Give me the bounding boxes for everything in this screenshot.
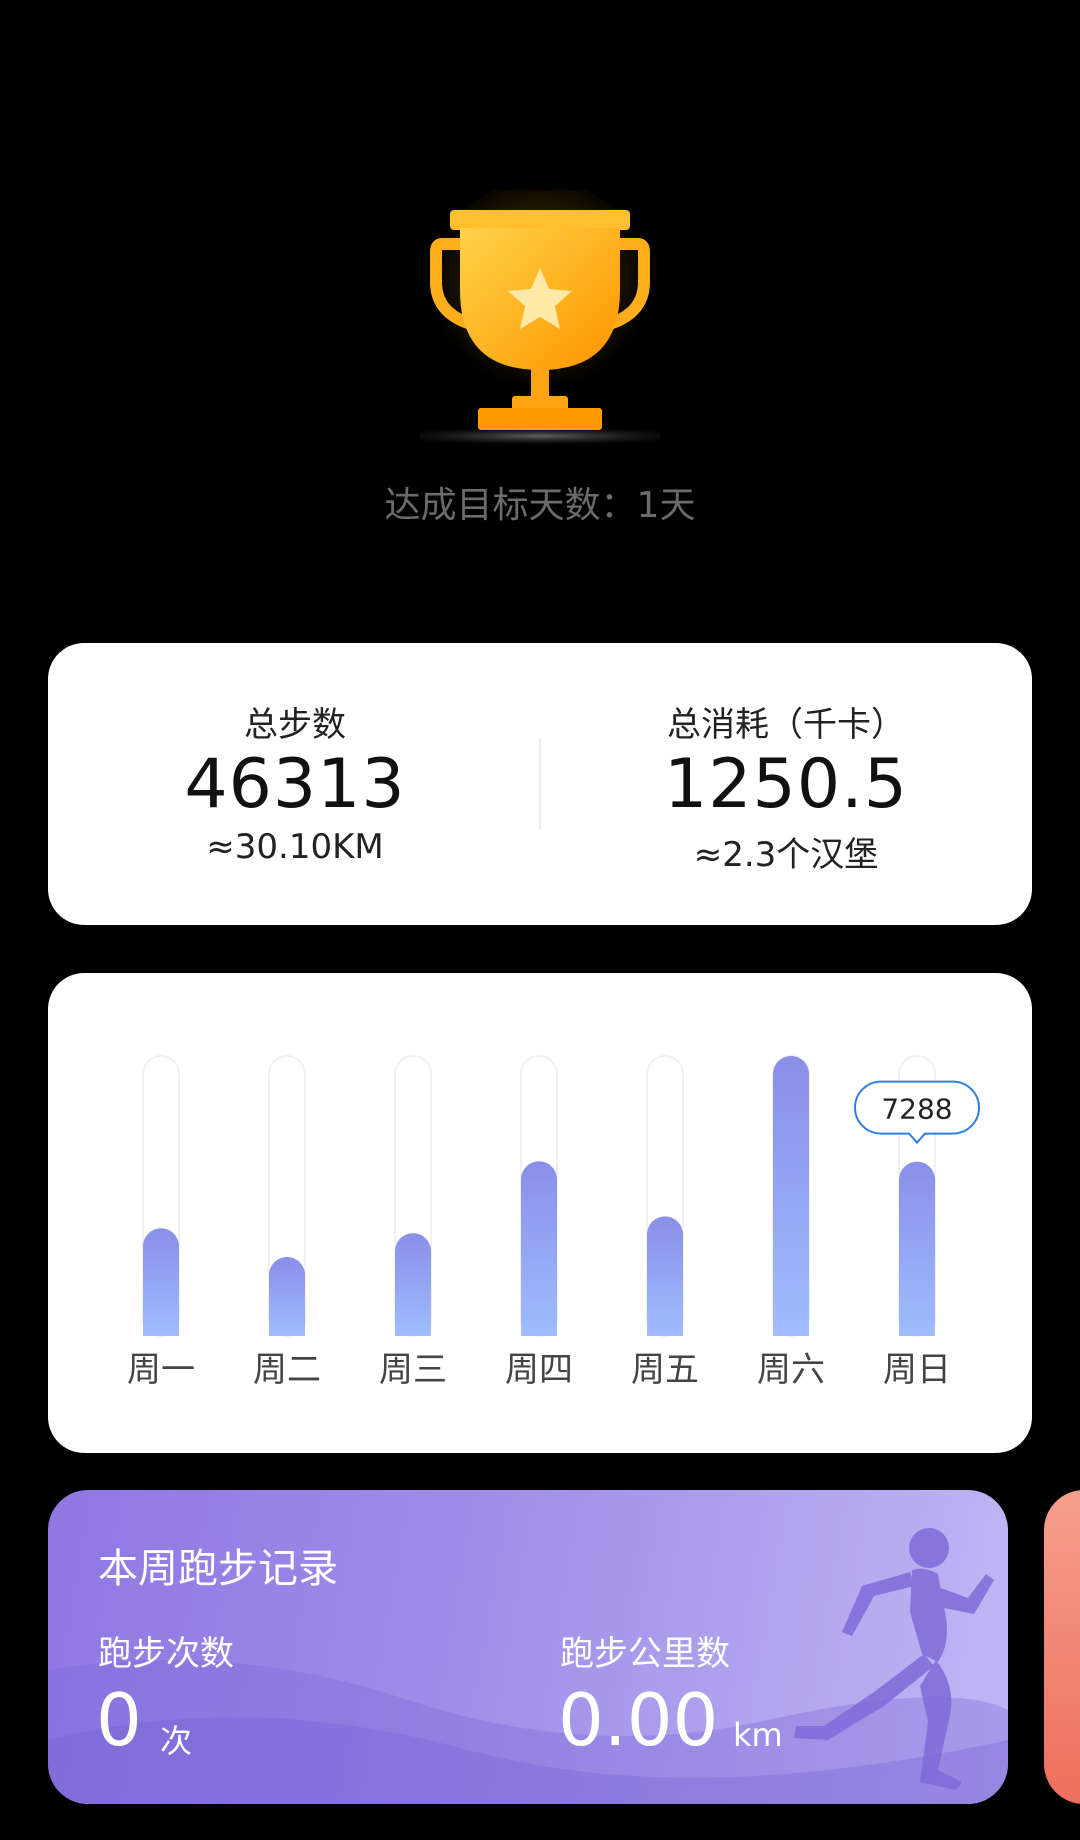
next-card-peek[interactable] <box>1044 1490 1080 1804</box>
run-count-value: 0 <box>96 1678 142 1762</box>
day-label: 周日 <box>883 1350 951 1390</box>
summary-card: 总步数 46313 ≈30.10KM 总消耗（千卡） 1250.5 ≈2.3个汉… <box>48 643 1032 925</box>
running-record-title: 本周跑步记录 <box>98 1546 338 1592</box>
run-count-unit: 次 <box>160 1722 193 1760</box>
run-count-label: 跑步次数 <box>98 1634 234 1674</box>
bar-周四[interactable] <box>521 1161 557 1336</box>
total-steps-value: 46313 <box>184 745 406 824</box>
total-calories-section: 总消耗（千卡） 1250.5 ≈2.3个汉堡 <box>540 643 1032 925</box>
bar-周三[interactable] <box>395 1233 431 1336</box>
value-bubble-text: 7288 <box>881 1093 952 1126</box>
total-steps-section: 总步数 46313 ≈30.10KM <box>48 643 542 925</box>
bar-周二[interactable] <box>269 1257 305 1336</box>
run-distance-unit: km <box>733 1716 783 1754</box>
goal-days-text: 达成目标天数：1天 <box>384 485 696 526</box>
day-label: 周二 <box>253 1350 321 1390</box>
run-distance-label: 跑步公里数 <box>560 1634 730 1674</box>
total-calories-label: 总消耗（千卡） <box>667 705 905 745</box>
day-label: 周三 <box>379 1350 447 1390</box>
bar-周六[interactable] <box>773 1056 809 1336</box>
trophy-star-icon <box>420 190 660 445</box>
day-label: 周六 <box>757 1350 825 1390</box>
weekly-running-card[interactable]: 本周跑步记录 跑步次数 0 次 跑步公里数 0.00 km <box>48 1490 1008 1804</box>
day-label: 周一 <box>127 1350 195 1390</box>
total-calories-value: 1250.5 <box>664 745 908 824</box>
day-label: 周五 <box>631 1350 699 1390</box>
bar-周一[interactable] <box>143 1228 179 1336</box>
total-steps-label: 总步数 <box>244 705 346 745</box>
day-label: 周四 <box>505 1350 573 1390</box>
total-distance-text: ≈30.10KM <box>206 827 384 867</box>
run-distance-value: 0.00 <box>558 1678 719 1762</box>
bar-周日[interactable] <box>899 1161 935 1336</box>
weekly-steps-card: 周一 周二 周三 周四 周五 周六 周日 7288 <box>48 973 1032 1453</box>
weekly-steps-chart: 周一 周二 周三 周四 周五 周六 周日 7288 <box>127 1055 980 1390</box>
achievement-section: 达成目标天数：1天 <box>0 0 1080 560</box>
burger-equivalent-text: ≈2.3个汉堡 <box>693 835 879 875</box>
bar-周五[interactable] <box>647 1216 683 1336</box>
